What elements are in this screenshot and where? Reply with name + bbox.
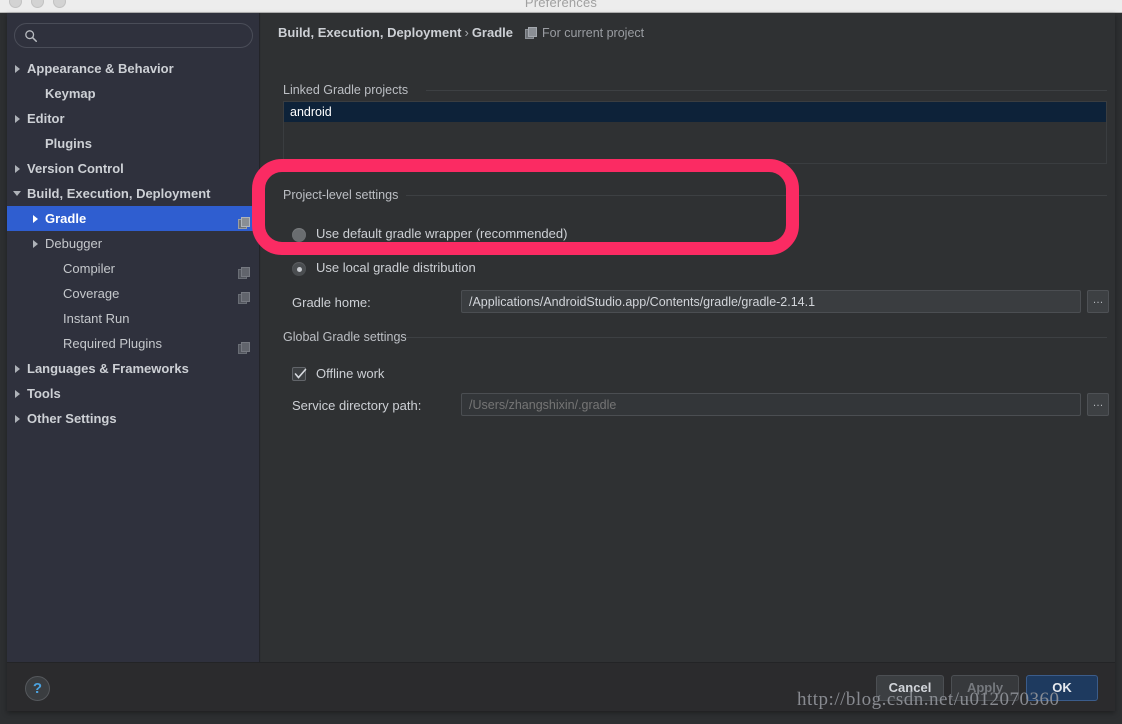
service-directory-input[interactable] [461,393,1081,416]
sidebar-item-keymap[interactable]: Keymap [7,81,260,106]
sidebar-item-label: Version Control [27,161,124,176]
gradle-home-input[interactable] [461,290,1081,313]
watermark: http://blog.csdn.net/u012070360 [797,689,1060,710]
gradle-home-browse-button[interactable]: … [1087,290,1109,313]
window-titlebar: Preferences [0,0,1122,13]
breadcrumb: Build, Execution, Deployment › Gradle For … [278,25,644,40]
sidebar-item-version-control[interactable]: Version Control [7,156,260,181]
search-input[interactable] [45,24,245,47]
chevron-right-icon[interactable] [11,156,23,181]
sidebar-item-tools[interactable]: Tools [7,381,260,406]
global-settings-section-title: Global Gradle settings [283,330,407,344]
use-default-wrapper-label: Use default gradle wrapper (recommended) [316,226,568,241]
use-local-distribution-label: Use local gradle distribution [316,260,476,275]
chevron-right-icon[interactable] [11,356,23,381]
project-scope-icon [238,287,250,304]
search-icon [25,30,37,42]
breadcrumb-scope: For current project [525,26,644,40]
use-default-wrapper-radio[interactable] [292,228,306,242]
breadcrumb-parent[interactable]: Build, Execution, Deployment [278,25,461,40]
sidebar-item-label: Debugger [45,236,103,251]
sidebar-item-label: Compiler [63,261,116,276]
sidebar-item-label: Keymap [45,86,96,101]
global-settings-section-rule [406,337,1107,338]
window-title: Preferences [524,0,598,10]
service-directory-browse-button[interactable]: … [1087,393,1109,416]
sidebar-item-label: Other Settings [27,411,117,426]
sidebar-item-other-settings[interactable]: Other Settings [7,406,260,431]
chevron-down-icon[interactable] [11,181,23,206]
sidebar-item-label: Required Plugins [63,336,163,351]
service-directory-label: Service directory path: [292,398,422,413]
settings-sidebar: Appearance & Behavior Keymap Editor Plugins… [7,13,260,662]
help-button[interactable]: ? [25,676,50,701]
sidebar-item-compiler[interactable]: Compiler [7,256,260,281]
sidebar-item-build-execution-deployment[interactable]: Build, Execution, Deployment [7,181,260,206]
sidebar-item-instant-run[interactable]: Instant Run [7,306,260,331]
project-scope-icon [525,27,537,39]
sidebar-item-label: Languages & Frameworks [27,361,189,376]
offline-work-label: Offline work [316,366,385,381]
sidebar-item-editor[interactable]: Editor [7,106,260,131]
search-box[interactable] [14,23,253,48]
project-scope-icon [238,337,250,354]
offline-work-checkbox[interactable] [292,367,307,381]
project-scope-icon [238,212,250,229]
sidebar-item-label: Editor [27,111,65,126]
use-local-distribution-radio[interactable] [292,262,306,276]
settings-tree: Appearance & Behavior Keymap Editor Plugins… [7,56,260,431]
linked-projects-section-title: Linked Gradle projects [283,83,409,97]
chevron-right-icon[interactable] [11,406,23,431]
linked-projects-section-rule [426,90,1107,91]
preferences-window-root: Preferences Appearance & Behavior Keymap E… [0,0,1122,724]
project-level-section-rule [406,195,1107,196]
list-item[interactable]: android [284,102,1106,122]
breadcrumb-separator: › [464,25,469,40]
gradle-home-label: Gradle home: [292,295,371,310]
sidebar-item-plugins[interactable]: Plugins [7,131,260,156]
chevron-right-icon[interactable] [11,106,23,131]
sidebar-item-coverage[interactable]: Coverage [7,281,260,306]
chevron-right-icon[interactable] [29,231,41,256]
sidebar-item-label: Appearance & Behavior [27,61,174,76]
breadcrumb-current: Gradle [471,25,513,40]
sidebar-item-languages-frameworks[interactable]: Languages & Frameworks [7,356,260,381]
gradle-settings-pane: Build, Execution, Deployment › Gradle For … [261,13,1115,662]
sidebar-item-label: Plugins [45,136,92,151]
sidebar-item-label: Build, Execution, Deployment [27,186,211,201]
project-scope-icon [238,262,250,279]
sidebar-item-appearance-behavior[interactable]: Appearance & Behavior [7,56,260,81]
sidebar-item-debugger[interactable]: Debugger [7,231,260,256]
linked-projects-list[interactable]: android [283,101,1107,164]
preferences-dialog: Appearance & Behavior Keymap Editor Plugins… [7,13,1115,711]
sidebar-item-gradle[interactable]: Gradle [7,206,260,231]
sidebar-item-required-plugins[interactable]: Required Plugins [7,331,260,356]
breadcrumb-scope-label: For current project [542,26,645,40]
project-level-section-title: Project-level settings [283,188,399,202]
chevron-right-icon[interactable] [11,381,23,406]
chevron-right-icon[interactable] [11,56,23,81]
sidebar-item-label: Coverage [63,286,120,301]
sidebar-item-label: Gradle [45,211,87,226]
sidebar-item-label: Tools [27,386,61,401]
checkmark-icon [294,368,307,379]
chevron-right-icon[interactable] [29,206,41,231]
sidebar-item-label: Instant Run [63,311,130,326]
